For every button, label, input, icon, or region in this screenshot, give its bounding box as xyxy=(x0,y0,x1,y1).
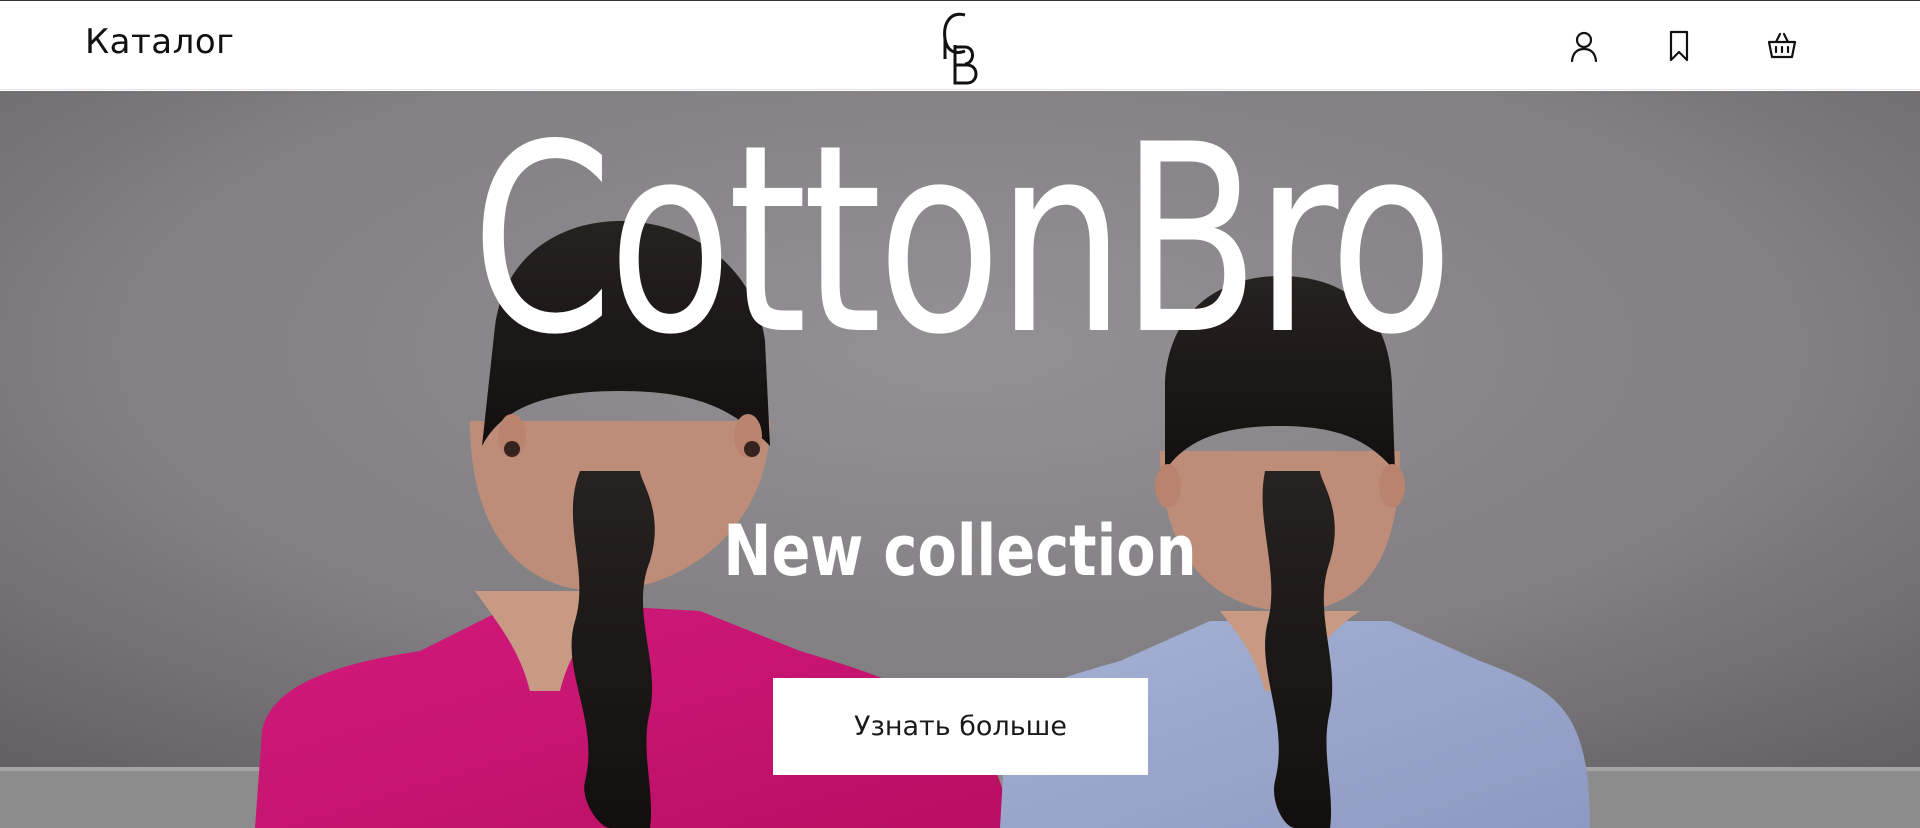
brand-logo[interactable] xyxy=(937,7,983,87)
logo-mark-icon xyxy=(943,12,978,85)
site-header: Каталог xyxy=(0,0,1920,90)
basket-icon[interactable] xyxy=(1765,29,1799,63)
user-icon[interactable] xyxy=(1567,29,1601,63)
catalog-link[interactable]: Каталог xyxy=(85,25,235,59)
learn-more-button[interactable]: Узнать больше xyxy=(773,678,1148,775)
bookmark-icon[interactable] xyxy=(1662,29,1696,63)
hero-banner: CottonBro New collection Узнать больше xyxy=(0,91,1920,828)
